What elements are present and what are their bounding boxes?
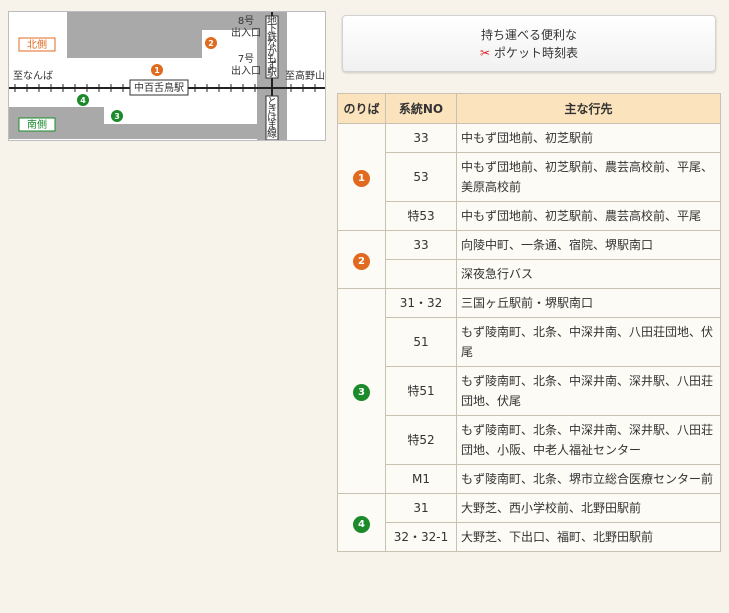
header-route-no: 系統NO (385, 93, 457, 124)
pocket-timetable-line2: ポケット時刻表 (494, 45, 579, 60)
route-number-cell: 33 (385, 123, 457, 153)
svg-text:駅: 駅 (267, 67, 277, 79)
stop-cell: 4 (337, 493, 386, 552)
route-number-cell: 31 (385, 493, 457, 523)
exit8-label-1: 8号 (238, 15, 254, 27)
destination-cell: もず陵南町、北条、中深井南、深井駅、八田荘団地、伏尾 (456, 366, 721, 416)
table-header-row: のりば 系統NO 主な行先 (337, 93, 721, 124)
station-label: 中百舌鳥駅 (134, 81, 184, 94)
route-table: のりば 系統NO 主な行先 1 33 中もず団地前、初芝駅前 53 中もず団地前、初芝駅… (337, 93, 721, 552)
svg-text:1: 1 (154, 66, 160, 75)
stop-number-badge: 1 (353, 170, 370, 187)
route-number-cell: M1 (385, 464, 457, 494)
pocket-timetable-line1: 持ち運べる便利な (480, 27, 577, 42)
header-stop: のりば (337, 93, 386, 124)
stop-cell: 1 (337, 123, 386, 231)
exit7-label-2: 出入口 (231, 64, 261, 77)
table-row: 1 33 中もず団地前、初芝駅前 (337, 123, 721, 231)
stop-cell: 2 (337, 230, 386, 289)
stop-number-badge: 3 (353, 384, 370, 401)
stop-cell: 3 (337, 288, 386, 494)
route-number-cell: 特52 (385, 415, 457, 465)
table-row: 4 31 大野芝、西小学校前、北野田駅前 (337, 493, 721, 552)
route-number-cell: 31・32 (385, 288, 457, 318)
south-side-label: 南側 (27, 118, 47, 131)
header-destination: 主な行先 (456, 93, 721, 124)
table-row: 32・32-1 大野芝、下出口、福町、北野田駅前 (338, 522, 721, 552)
map-block-north (67, 30, 202, 58)
subway-station-label: 地 下 鉄 な か も ず 駅 (267, 14, 277, 79)
svg-text:3: 3 (114, 112, 120, 121)
destination-cell: 中もず団地前、初芝駅前 (456, 123, 721, 153)
svg-text:線: 線 (267, 127, 277, 140)
map-svg: 北側 南側 8号 出入口 7号 出入口 至なんば 至高野山 中百舌鳥駅 地 下 … (9, 12, 325, 140)
station-area-map: 北側 南側 8号 出入口 7号 出入口 至なんば 至高野山 中百舌鳥駅 地 下 … (8, 11, 326, 141)
table-row: 3 31・32 三国ヶ丘駅前・堺駅南口 (337, 288, 721, 494)
pdf-icon: ✂ (479, 45, 491, 60)
destination-cell: もず陵南町、北条、堺市立総合医療センター前 (456, 464, 721, 494)
route-number-cell: 特51 (385, 366, 457, 416)
destination-cell: 深夜急行バス (456, 259, 721, 289)
svg-text:4: 4 (80, 96, 86, 105)
tokihama-line-label: と き は ま 線 (267, 96, 277, 140)
exit7-label-1: 7号 (238, 53, 254, 65)
destination-cell: 中もず団地前、初芝駅前、農芸高校前、平尾 (456, 201, 721, 231)
destination-cell: 中もず団地前、初芝駅前、農芸高校前、平尾、美原高校前 (456, 152, 721, 202)
route-number-cell: 33 (385, 230, 457, 260)
to-koyasan-label: 至高野山 (285, 69, 325, 82)
route-number-cell: 32・32-1 (385, 522, 457, 552)
stop-number-badge: 4 (353, 515, 370, 533)
svg-text:2: 2 (208, 39, 214, 48)
table-row: 深夜急行バス (338, 259, 721, 289)
table-row: 53 中もず団地前、初芝駅前、農芸高校前、平尾、美原高校前 (338, 152, 721, 202)
stop-number-badge: 2 (353, 252, 370, 270)
table-row: 特51 もず陵南町、北条、中深井南、深井駅、八田荘団地、伏尾 (338, 366, 721, 416)
table-row: 51 もず陵南町、北条、中深井南、八田荘団地、伏尾 (338, 317, 721, 367)
table-row: 2 33 向陵中町、一条通、宿院、堺駅南口 (337, 230, 721, 289)
table-row: M1 もず陵南町、北条、堺市立総合医療センター前 (338, 464, 721, 494)
table-row: 特53 中もず団地前、初芝駅前、農芸高校前、平尾 (338, 201, 721, 231)
route-number-cell: 特53 (385, 201, 457, 231)
route-number-cell: 53 (385, 152, 457, 202)
route-number-cell (385, 259, 457, 289)
route-number-cell: 51 (385, 317, 457, 367)
pocket-timetable-button[interactable]: 持ち運べる便利な ✂ ポケット時刻表 (342, 15, 716, 72)
destination-cell: もず陵南町、北条、中深井南、深井駅、八田荘団地、小阪、中老人福祉センター (456, 415, 721, 465)
destination-cell: 向陵中町、一条通、宿院、堺駅南口 (456, 230, 721, 260)
destination-cell: もず陵南町、北条、中深井南、八田荘団地、伏尾 (456, 317, 721, 367)
table-row: 特52 もず陵南町、北条、中深井南、深井駅、八田荘団地、小阪、中老人福祉センター (338, 415, 721, 465)
route-table-body: 1 33 中もず団地前、初芝駅前 53 中もず団地前、初芝駅前、農芸高校前、平尾、美原高… (337, 123, 721, 552)
exit8-label-2: 出入口 (231, 26, 261, 39)
to-namba-label: 至なんば (13, 70, 53, 82)
destination-cell: 大野芝、下出口、福町、北野田駅前 (456, 522, 721, 552)
destination-cell: 大野芝、西小学校前、北野田駅前 (456, 493, 721, 523)
destination-cell: 三国ヶ丘駅前・堺駅南口 (456, 288, 721, 318)
north-side-label: 北側 (27, 38, 47, 51)
